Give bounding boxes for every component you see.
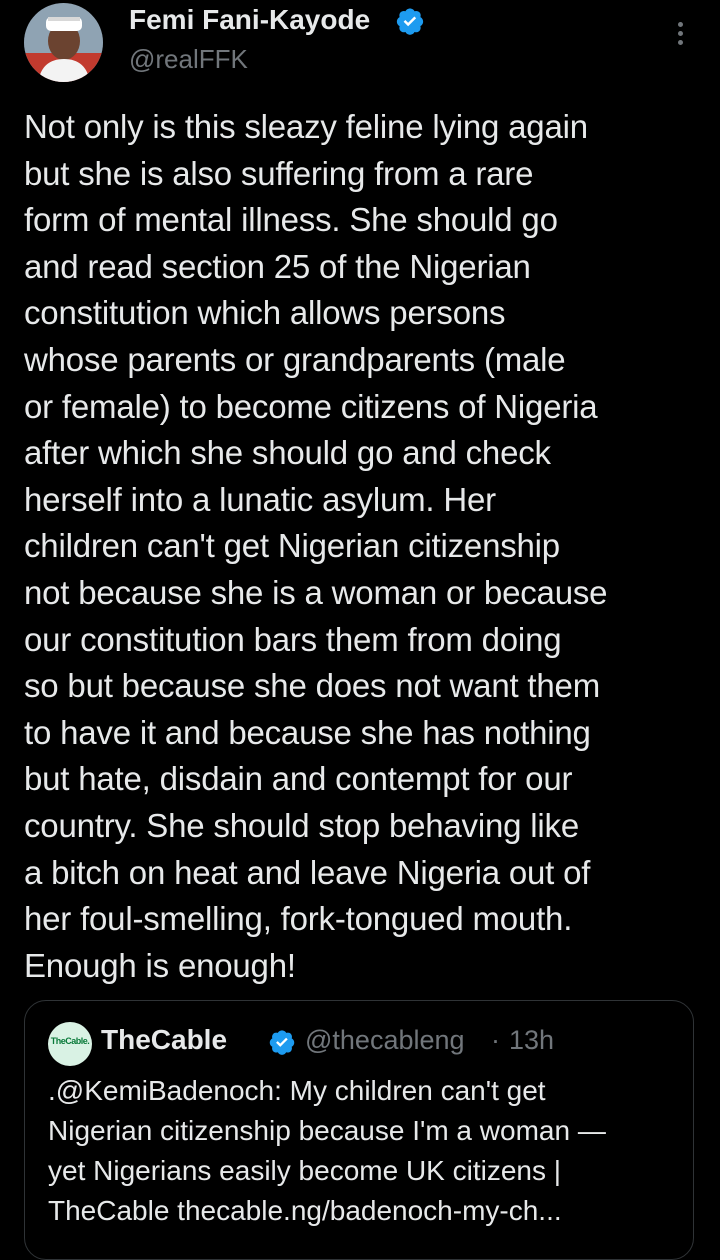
quoted-author-handle[interactable]: @thecableng [305,1025,465,1056]
avatar[interactable] [24,3,103,82]
more-options-icon[interactable] [670,18,690,54]
verified-badge-icon [269,1030,295,1055]
tweet-text: Not only is this sleazy feline lying aga… [24,108,608,984]
author-name[interactable]: Femi Fani-Kayode [129,4,370,36]
quoted-timestamp[interactable]: 13h [509,1025,554,1056]
profile-photo-icon [24,3,103,82]
author-handle[interactable]: @realFFK [129,44,248,75]
quoted-author-name[interactable]: TheCable [101,1024,227,1056]
quoted-logo-text: TheCable. [50,1036,90,1046]
quoted-tweet-text: .@KemiBadenoch: My children can't get Ni… [48,1075,606,1226]
tweet-header: Femi Fani-Kayode @realFFK [0,0,720,90]
separator-dot: · [491,1025,500,1055]
quoted-avatar[interactable]: TheCable. [48,1022,92,1066]
quoted-tweet[interactable]: TheCable. TheCable @thecableng · 13h .@K… [24,1000,694,1260]
verified-badge-icon [396,8,424,35]
